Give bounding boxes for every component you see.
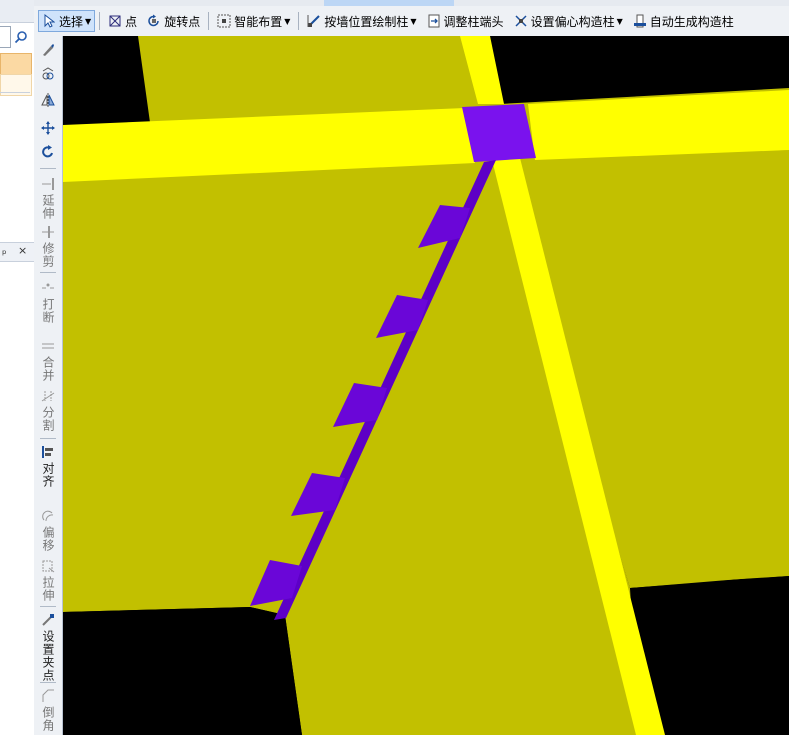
toolbar-separator [40, 682, 56, 683]
chevron-down-icon[interactable]: ▼ [85, 17, 91, 26]
chevron-down-icon[interactable]: ▼ [410, 17, 416, 26]
chevron-down-icon[interactable]: ▼ [617, 17, 623, 26]
break-label: 打断 [41, 298, 55, 324]
select-label: 选择 [59, 14, 84, 29]
trim-tool[interactable]: 修剪 [37, 224, 59, 268]
grip-icon [40, 612, 56, 628]
panel-title-bar: ₚ × [0, 242, 34, 262]
rotate-icon [40, 144, 56, 160]
set-eccentric-column-button[interactable]: 设置偏心构造柱 ▼ [510, 10, 627, 32]
brush-icon [40, 42, 56, 58]
set-eccentric-label: 设置偏心构造柱 [530, 14, 615, 29]
extend-tool[interactable]: 延伸 [37, 176, 59, 220]
draw-by-wall-label: 按墙位置绘制柱 [324, 14, 409, 29]
stretch-label: 拉伸 [41, 576, 55, 602]
toolbar-separator [40, 606, 56, 607]
point-label: 点 [125, 14, 138, 29]
chamfer-icon [40, 688, 56, 704]
mirror-tool[interactable] [37, 92, 59, 110]
pin-icon[interactable]: ₚ [2, 244, 7, 257]
smart-layout-icon [217, 14, 231, 28]
wall-column-icon [307, 14, 321, 28]
chamfer-label: 倒角 [41, 706, 55, 732]
break-icon [40, 280, 56, 296]
align-tool[interactable]: 对齐 [37, 444, 59, 488]
merge-tool[interactable]: 合并 [37, 338, 59, 382]
close-icon[interactable]: × [18, 244, 27, 257]
toolbar-selection-strip [324, 0, 454, 6]
select-button[interactable]: 选择 ▼ [38, 10, 96, 32]
toolbar-separator [40, 438, 56, 439]
move-icon [40, 120, 56, 136]
auto-generate-column-button[interactable]: 自动生成构造柱 [629, 10, 738, 32]
align-icon [40, 444, 56, 460]
search-button[interactable] [10, 26, 32, 48]
extend-icon [40, 176, 56, 192]
rotate-point-label: 旋转点 [164, 14, 201, 29]
brush-tool[interactable] [37, 42, 59, 60]
toolbar-separator [40, 272, 56, 273]
cursor-icon [42, 14, 56, 28]
split-tool[interactable]: 分割 [37, 388, 59, 432]
break-tool[interactable]: 打断 [37, 280, 59, 324]
stretch-icon [40, 558, 56, 574]
trim-label: 修剪 [41, 242, 55, 268]
chevron-down-icon[interactable]: ▼ [284, 17, 290, 26]
modify-toolbar: 延伸 修剪 打断 合并 分割 对齐 偏移 拉伸 设置夹点 倒角 [34, 36, 63, 735]
offset-icon [40, 508, 56, 524]
eccentric-icon [514, 14, 528, 28]
offset-label: 偏移 [41, 526, 55, 552]
merge-icon [40, 338, 56, 354]
offset-tool[interactable]: 偏移 [37, 508, 59, 552]
adjust-end-label: 调整柱端头 [443, 14, 504, 29]
toolbar-separator [298, 12, 300, 30]
smart-layout-button[interactable]: 智能布置 ▼ [213, 10, 294, 32]
column-at-intersection[interactable] [462, 104, 536, 162]
set-grip-label: 设置夹点 [41, 630, 55, 682]
search-icon [14, 31, 27, 44]
chamfer-tool[interactable]: 倒角 [37, 688, 59, 732]
copy-tool[interactable] [37, 66, 59, 84]
set-grip-tool[interactable]: 设置夹点 [37, 612, 59, 682]
merge-label: 合并 [41, 356, 55, 382]
copy-icon [40, 66, 56, 82]
split-icon [40, 388, 56, 404]
smart-layout-label: 智能布置 [234, 14, 283, 29]
toolbar-separator [208, 12, 210, 30]
property-panel: ₚ × [0, 0, 35, 735]
auto-generate-icon [633, 14, 647, 28]
rotate-point-button[interactable]: 旋转点 [143, 10, 204, 32]
toolbar-separator [40, 168, 56, 169]
adjust-end-icon [427, 14, 441, 28]
draw-toolbar: 选择 ▼ 点 旋转点 智能布置 ▼ 按墙位置绘制柱 ▼ 调整柱端头 设置偏心构造… [34, 0, 789, 37]
toolbar-separator [99, 12, 101, 30]
extend-label: 延伸 [41, 194, 55, 220]
model-viewport[interactable] [63, 36, 789, 735]
point-icon [108, 14, 122, 28]
auto-generate-label: 自动生成构造柱 [649, 14, 734, 29]
panel-header-strip [0, 0, 34, 23]
adjust-column-end-button[interactable]: 调整柱端头 [423, 10, 508, 32]
selected-list-item[interactable] [0, 53, 32, 75]
toolbar-upper-strip [34, 0, 789, 6]
rotate-point-icon [147, 14, 161, 28]
split-label: 分割 [41, 406, 55, 432]
move-tool[interactable] [37, 120, 59, 138]
align-label: 对齐 [41, 462, 55, 488]
rotate-tool[interactable] [37, 144, 59, 162]
point-button[interactable]: 点 [104, 10, 141, 32]
panel-divider [0, 92, 30, 93]
draw-by-wall-button[interactable]: 按墙位置绘制柱 ▼ [303, 10, 420, 32]
app-window: ₚ × 选择 ▼ 点 旋转点 智能布置 ▼ 按墙位置绘制柱 ▼ 调整柱端头 设置… [0, 0, 789, 735]
trim-icon [40, 224, 56, 240]
opening-bottom-left [63, 607, 302, 735]
stretch-tool[interactable]: 拉伸 [37, 558, 59, 602]
mirror-icon [40, 92, 56, 108]
